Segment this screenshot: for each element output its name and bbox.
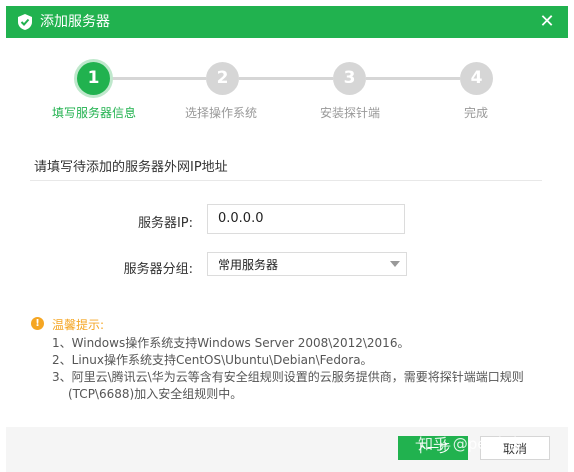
step-2-label: 选择操作系统 xyxy=(184,106,257,120)
divider xyxy=(30,180,542,181)
step-4-circle: 4 xyxy=(460,62,493,95)
step-1-label: 填写服务器信息 xyxy=(51,106,136,120)
step-3-circle: 3 xyxy=(333,62,366,95)
tips-line-2: 2、Linux操作系统支持CentOS\Ubuntu\Debian\Fedora… xyxy=(52,353,373,367)
group-label: 服务器分组: xyxy=(123,262,193,277)
group-select-value: 常用服务器 xyxy=(218,258,279,272)
close-icon[interactable]: ✕ xyxy=(536,11,558,33)
ip-input[interactable]: 0.0.0.0 xyxy=(207,204,405,234)
next-button[interactable]: 下一步 xyxy=(398,436,468,460)
step-connector xyxy=(239,77,333,80)
tips-line-3: 3、阿里云\腾讯云\华为云等含有安全组规则设置的云服务提供商，需要将探针端端口规… xyxy=(52,370,524,384)
section-title: 请填写待添加的服务器外网IP地址 xyxy=(34,160,228,175)
ip-label: 服务器IP: xyxy=(137,216,193,231)
step-1-circle: 1 xyxy=(77,62,110,95)
warning-icon: ! xyxy=(31,317,44,330)
tips-title: 温馨提示: xyxy=(52,318,105,332)
step-4-label: 完成 xyxy=(463,106,488,120)
step-connector xyxy=(110,77,206,80)
cancel-button[interactable]: 取消 xyxy=(480,436,550,460)
step-2-circle: 2 xyxy=(206,62,239,95)
title-bar: 添加服务器 ✕ xyxy=(6,6,568,38)
tips-line-4: (TCP\6688)加入安全组规则中。 xyxy=(68,387,243,401)
step-progress: 1 2 3 4 填写服务器信息 选择操作系统 安装探针端 完成 xyxy=(0,62,574,122)
chevron-down-icon[interactable] xyxy=(390,261,400,267)
group-select[interactable]: 常用服务器 xyxy=(207,252,407,276)
tips-line-1: 1、Windows操作系统支持Windows Server 2008\2012\… xyxy=(52,336,410,350)
step-3-label: 安装探针端 xyxy=(319,106,380,120)
window-title: 添加服务器 xyxy=(40,14,110,30)
step-connector xyxy=(366,77,460,80)
shield-icon xyxy=(18,14,32,30)
